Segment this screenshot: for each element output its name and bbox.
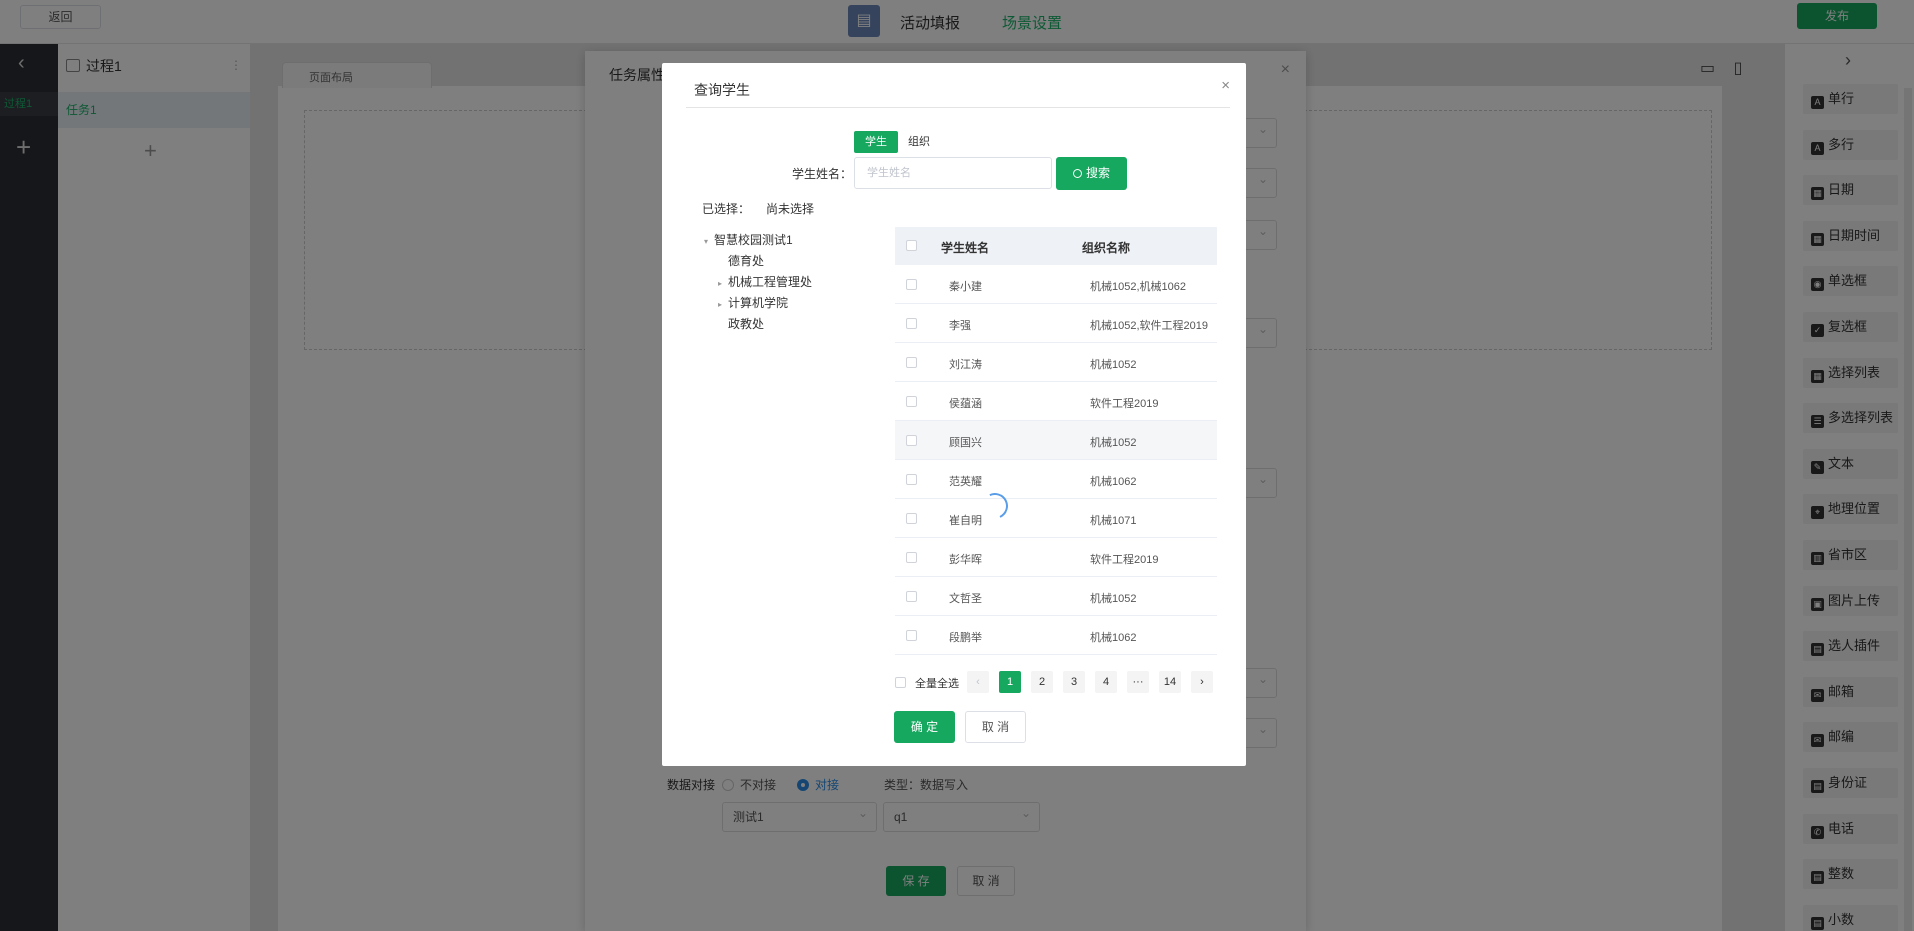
next-page-button[interactable]: › [1191,671,1213,693]
divider [686,107,1230,108]
student-name-input[interactable]: 学生姓名 [854,157,1052,189]
cell-name: 文哲圣 [949,593,982,605]
cell-name: 秦小建 [949,281,982,293]
row-checkbox[interactable] [906,357,917,368]
tree-node-label: 政教处 [728,317,765,331]
row-checkbox[interactable] [906,474,917,485]
table-row[interactable]: 文哲圣 机械1052 [895,577,1217,616]
table-row[interactable]: 崔自明 机械1071 [895,499,1217,538]
modal-cancel-button[interactable]: 取 消 [965,711,1026,743]
cell-name: 范英耀 [949,476,982,488]
tree-node-label: 机械工程管理处 [728,275,813,289]
search-icon [1072,169,1082,178]
page-button[interactable]: 3 [1063,671,1085,693]
cell-name: 彭华晖 [949,554,982,566]
tab-organization[interactable]: 组织 [908,131,944,153]
row-checkbox[interactable] [906,630,917,641]
cell-org: 机械1062 [1090,632,1137,644]
cell-org: 机械1062 [1090,476,1137,488]
confirm-button[interactable]: 确 定 [894,711,955,743]
table-row[interactable]: 彭华晖 软件工程2019 [895,538,1217,577]
cell-org: 软件工程2019 [1090,554,1159,566]
column-header-org: 组织名称 [1082,241,1131,255]
table-header: 学生姓名 组织名称 [895,227,1217,265]
page-button[interactable]: 1 [999,671,1021,693]
cell-org: 机械1052,机械1062 [1090,281,1186,293]
row-checkbox[interactable] [906,591,917,602]
chevron-right-icon[interactable]: ▸ [718,300,728,309]
cell-name: 侯蕴涵 [949,398,982,410]
cell-org: 软件工程2019 [1090,398,1159,410]
select-all-pages-checkbox[interactable] [895,677,906,688]
page-button[interactable]: 14 [1159,671,1181,693]
cell-name: 崔自明 [949,515,982,527]
page-button[interactable]: 4 [1095,671,1117,693]
page-ellipsis[interactable]: ··· [1127,671,1149,693]
cell-name: 顾国兴 [949,437,982,449]
cell-org: 机械1071 [1090,515,1137,527]
selected-value: 尚未选择 [766,202,815,216]
row-checkbox[interactable] [906,318,917,329]
chevron-right-icon[interactable]: ▸ [718,279,728,288]
chevron-down-icon[interactable]: ▾ [704,237,714,246]
tree-node[interactable]: ▸ 机械工程管理处 [718,273,812,290]
tree-node[interactable]: 德育处 [718,252,764,269]
tree-node[interactable]: 政教处 [718,315,764,332]
row-checkbox[interactable] [906,435,917,446]
row-checkbox[interactable] [906,552,917,563]
table-row[interactable]: 侯蕴涵 软件工程2019 [895,382,1217,421]
tab-student[interactable]: 学生 [854,131,898,153]
cell-name: 李强 [949,320,971,332]
table-row[interactable]: 范英耀 机械1062 [895,460,1217,499]
close-icon[interactable]: × [1221,77,1230,94]
search-button-label: 搜索 [1085,166,1110,180]
search-button[interactable]: 搜索 [1056,157,1127,190]
row-checkbox[interactable] [906,513,917,524]
selected-label: 已选择： [702,202,751,216]
row-checkbox[interactable] [906,396,917,407]
select-all-pages-label: 全量全选 [915,678,959,690]
tree-node[interactable]: ▸ 计算机学院 [718,294,788,311]
cell-name: 刘江涛 [949,359,982,371]
table-row[interactable]: 顾国兴 机械1052 [895,421,1217,460]
table-row[interactable]: 段鹏举 机械1062 [895,616,1217,655]
page-button[interactable]: 2 [1031,671,1053,693]
cell-org: 机械1052 [1090,593,1137,605]
cell-name: 段鹏举 [949,632,982,644]
tree-node-root[interactable]: ▾ 智慧校园测试1 [704,231,793,248]
column-header-name: 学生姓名 [941,241,990,255]
query-student-modal: 查询学生 × 学生 组织 学生姓名： 学生姓名 搜索 已选择： 尚未选择 ▾ 智慧… [662,63,1246,766]
modal-title: 查询学生 [694,82,750,98]
student-name-label: 学生姓名： [792,167,853,181]
table-row[interactable]: 李强 机械1052,软件工程2019 [895,304,1217,343]
select-all-checkbox[interactable] [906,240,917,251]
tree-node-label: 德育处 [728,254,765,268]
cell-org: 机械1052 [1090,359,1137,371]
table-row[interactable]: 刘江涛 机械1052 [895,343,1217,382]
tree-node-label: 智慧校园测试1 [714,233,793,247]
cell-org: 机械1052 [1090,437,1137,449]
prev-page-button[interactable]: ‹ [967,671,989,693]
row-checkbox[interactable] [906,279,917,290]
table-row[interactable]: 秦小建 机械1052,机械1062 [895,265,1217,304]
cell-org: 机械1052,软件工程2019 [1090,320,1208,332]
tree-node-label: 计算机学院 [728,296,789,310]
